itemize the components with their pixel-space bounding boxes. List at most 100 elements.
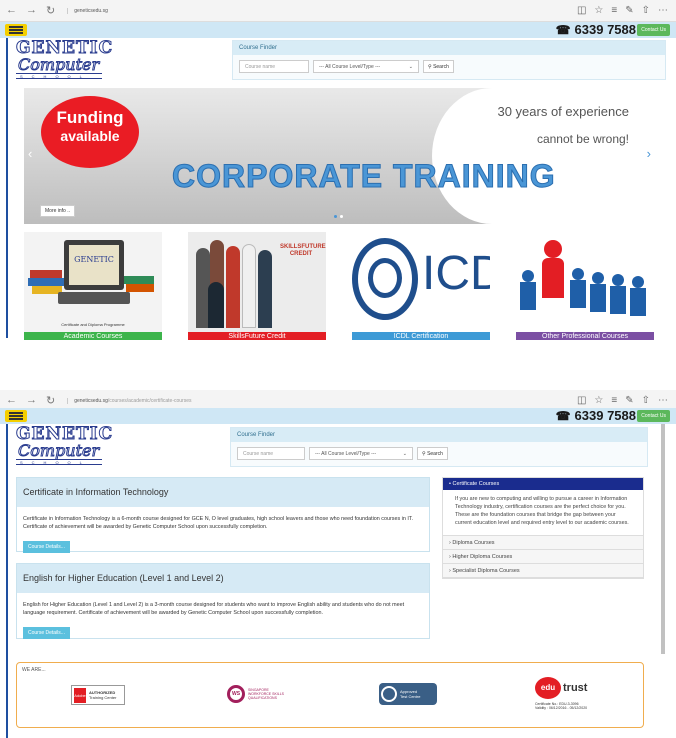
- menu-hamburger-icon[interactable]: [5, 410, 27, 422]
- carousel-next-icon[interactable]: ›: [647, 146, 651, 161]
- card-label-icdl: ICDL Certification: [352, 332, 490, 340]
- left-border: [6, 38, 8, 338]
- favorite-star-icon[interactable]: ☆: [594, 5, 603, 16]
- school-logo-2[interactable]: GENETIC Computer SCHOOL: [16, 425, 113, 466]
- search-label: Search: [433, 64, 449, 70]
- card-icdl[interactable]: ICDL ICDL Certification: [352, 232, 490, 340]
- accordion-item-higher-diploma[interactable]: › Higher Diploma Courses: [443, 550, 643, 564]
- address-bar[interactable]: geneticsedu.sg: [67, 7, 577, 14]
- chevron-down-icon: ⌄: [402, 451, 407, 457]
- accordion-item-diploma[interactable]: › Diploma Courses: [443, 536, 643, 550]
- card-label-academic: Academic Courses: [24, 332, 162, 340]
- wsq-line3: QUALIFICATIONS: [248, 696, 277, 700]
- card-label-other: Other Professional Courses: [516, 332, 654, 340]
- chevron-down-icon: ⌄: [408, 64, 413, 70]
- accordion-active-body: If you are new to computing and willing …: [443, 490, 643, 536]
- card-other-professional[interactable]: Other Professional Courses: [516, 232, 654, 340]
- search-button[interactable]: ⚲ Search: [423, 60, 454, 73]
- card-image-skillsfuture: SKILLSFUTURE CREDIT: [188, 232, 326, 332]
- more-icon[interactable]: ⋯: [658, 5, 668, 16]
- bullet-icon: ›: [449, 554, 451, 560]
- address-bar-2[interactable]: geneticsedu.sg/courses/academic/certific…: [67, 397, 577, 404]
- hub-icon[interactable]: ≡: [611, 5, 617, 16]
- course-finder-title: Course Finder: [233, 41, 665, 55]
- refresh-icon[interactable]: ↻: [46, 394, 55, 407]
- course-details-button[interactable]: Course Details...: [23, 541, 70, 553]
- course-category-accordion: • Certificate Courses If you are new to …: [442, 477, 644, 579]
- url-path: /courses/academic/certificate-courses: [107, 397, 192, 404]
- course-name-input[interactable]: Course name: [239, 60, 309, 73]
- reading-view-icon[interactable]: ◫: [577, 395, 586, 406]
- course-level-select-2[interactable]: --- All Course Level/Type --- ⌄: [309, 447, 413, 460]
- card-academic-courses[interactable]: GENETIC Certificate and Diploma Programm…: [24, 232, 162, 340]
- browser-nav: ← → ↻: [0, 4, 55, 17]
- course-title-cit[interactable]: Certificate in Information Technology: [17, 478, 429, 507]
- accordion-item-label: Specialist Diploma Courses: [452, 568, 520, 574]
- more-info-button[interactable]: More info ..: [40, 205, 76, 217]
- share-icon[interactable]: ⇧: [642, 5, 650, 16]
- accordion-active-title: Certificate Courses: [452, 481, 500, 487]
- carousel-dots: [334, 215, 343, 218]
- course-level-value: --- All Course Level/Type ---: [315, 451, 377, 457]
- course-name-input-2[interactable]: Course name: [237, 447, 305, 460]
- phone-icon: ☎: [555, 408, 571, 423]
- forward-arrow-icon[interactable]: →: [26, 394, 37, 407]
- notes-icon[interactable]: ✎: [625, 395, 633, 406]
- forward-arrow-icon[interactable]: →: [26, 4, 37, 17]
- card-image-other: [516, 232, 654, 332]
- phone-icon: ☎: [555, 22, 571, 37]
- contact-us-button[interactable]: Contact Us: [637, 24, 670, 36]
- edutrust-validity: Validity : 06/12/2016 - 05/12/2020: [535, 706, 588, 710]
- accordion-item-label: Diploma Courses: [452, 540, 495, 546]
- browser-tools-2: ◫ ☆ ≡ ✎ ⇧ ⋯: [577, 395, 676, 406]
- hero-headline: CORPORATE TRAINING: [172, 158, 556, 195]
- share-icon[interactable]: ⇧: [642, 395, 650, 406]
- more-icon[interactable]: ⋯: [658, 395, 668, 406]
- course-body-english: English for Higher Education (Level 1 an…: [23, 602, 405, 616]
- notes-icon[interactable]: ✎: [625, 5, 633, 16]
- course-body-cit: Certificate in Information Technology is…: [23, 516, 414, 530]
- favorite-star-icon[interactable]: ☆: [594, 395, 603, 406]
- refresh-icon[interactable]: ↻: [46, 4, 55, 17]
- school-logo[interactable]: GENETIC Computer SCHOOL: [16, 39, 113, 80]
- course-finder-title-2: Course Finder: [231, 428, 647, 442]
- wsq-badge: WS SINGAPORE WORKFORCE SKILLS QUALIFICATIO…: [227, 683, 307, 705]
- adobe-line2: Training Center: [89, 695, 117, 700]
- carousel-dot[interactable]: [340, 215, 343, 218]
- accreditation-title: WE ARE...: [22, 667, 46, 673]
- carousel-prev-icon[interactable]: ‹: [28, 146, 32, 161]
- back-arrow-icon[interactable]: ←: [6, 394, 17, 407]
- search-button-2[interactable]: ⚲ Search: [417, 447, 448, 460]
- logo-line2: Computer: [18, 441, 100, 460]
- contact-us-button-2[interactable]: Contact Us: [637, 410, 670, 422]
- card-label-skillsfuture: SkillsFuture Credit: [188, 332, 326, 340]
- phone-number-2: ☎ 6339 7588: [555, 408, 636, 423]
- menu-hamburger-icon[interactable]: [5, 24, 27, 36]
- browser-nav-2: ← → ↻: [0, 394, 55, 407]
- bullet-icon: ›: [449, 568, 451, 574]
- course-level-select[interactable]: --- All Course Level/Type --- ⌄: [313, 60, 419, 73]
- funding-line1: Funding: [56, 108, 124, 127]
- logo-line2: Computer: [18, 55, 100, 74]
- browser-tools: ◫ ☆ ≡ ✎ ⇧ ⋯: [577, 5, 676, 16]
- bullet-icon: ›: [449, 540, 451, 546]
- top-bar-2: ☎ 6339 7588 Contact Us: [0, 408, 676, 424]
- edutrust-label: trust: [563, 682, 588, 694]
- hero-carousel[interactable]: Funding available 30 years of experience…: [24, 88, 667, 224]
- course-title-english[interactable]: English for Higher Education (Level 1 an…: [17, 564, 429, 593]
- accordion-header-certificate[interactable]: • Certificate Courses: [443, 478, 643, 490]
- hub-icon[interactable]: ≡: [611, 395, 617, 406]
- accordion-item-label: Higher Diploma Courses: [452, 554, 513, 560]
- scrollbar[interactable]: [661, 424, 665, 654]
- course-finder-2: Course Finder Course name --- All Course…: [230, 427, 648, 467]
- back-arrow-icon[interactable]: ←: [6, 4, 17, 17]
- reading-view-icon[interactable]: ◫: [577, 5, 586, 16]
- carousel-dot[interactable]: [334, 215, 337, 218]
- wsq-logo-icon: WS: [227, 685, 245, 703]
- course-finder: Course Finder Course name --- All Course…: [232, 40, 666, 80]
- card-skillsfuture[interactable]: SKILLSFUTURE CREDIT SkillsFuture Credit: [188, 232, 326, 340]
- approved-logo-icon: [381, 686, 397, 702]
- card-logo-mark: GENETIC: [69, 245, 119, 285]
- course-details-button[interactable]: Course Details...: [23, 627, 70, 639]
- accordion-item-specialist-diploma[interactable]: › Specialist Diploma Courses: [443, 564, 643, 578]
